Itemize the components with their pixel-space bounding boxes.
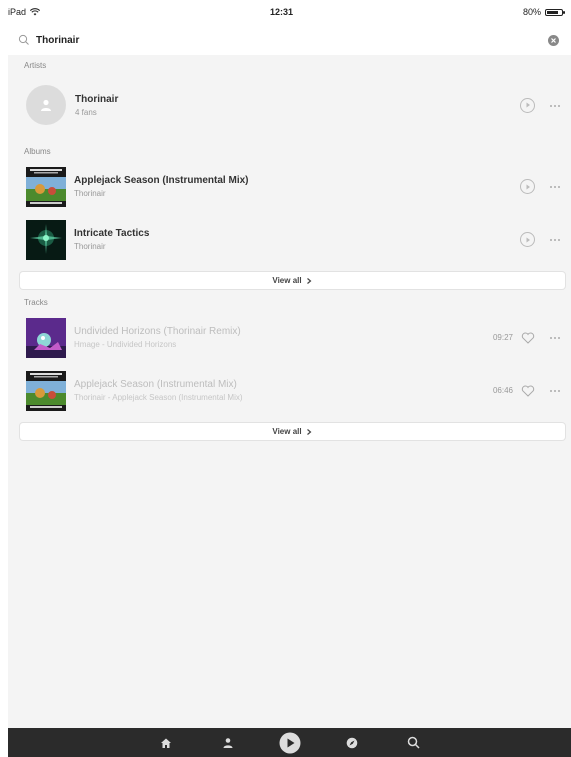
more-button[interactable] [547, 181, 561, 192]
tab-explore[interactable] [321, 737, 383, 749]
album-row[interactable]: Applejack Season (Instrumental Mix) Thor… [8, 160, 571, 213]
play-icon [526, 237, 530, 242]
home-icon [160, 738, 171, 748]
album-art [26, 219, 66, 260]
section-label-artists: Artists [24, 61, 47, 70]
track-art [26, 317, 66, 358]
track-duration: 06:46 [492, 386, 513, 395]
album-row[interactable]: Intricate Tactics Thorinair [8, 213, 571, 266]
status-time: 12:31 [269, 7, 294, 17]
album-artist: Thorinair [74, 189, 106, 198]
tab-search[interactable] [383, 736, 445, 749]
view-all-albums-button[interactable]: View all [20, 272, 565, 289]
track-duration: 09:27 [492, 333, 513, 342]
track-title: Applejack Season (Instrumental Mix) [74, 379, 237, 390]
view-all-label: View all [272, 276, 302, 285]
album-cover-intricate [26, 219, 66, 260]
status-right: 80% [522, 7, 565, 17]
search-icon [407, 736, 420, 749]
status-left: iPad [8, 7, 41, 17]
more-icon [550, 239, 560, 241]
search-bar [0, 27, 571, 53]
track-row[interactable]: Applejack Season (Instrumental Mix) Thor… [8, 364, 571, 417]
track-cover-applejack [26, 370, 66, 411]
section-label-albums: Albums [24, 147, 51, 156]
album-art [26, 166, 66, 207]
search-icon [18, 34, 29, 45]
device-name: iPad [8, 7, 27, 17]
view-all-label: View all [272, 427, 302, 436]
more-icon [550, 104, 560, 107]
tab-player[interactable] [259, 732, 321, 754]
search-input[interactable] [36, 34, 548, 46]
album-artist: Thorinair [74, 242, 106, 251]
artist-name: Thorinair [75, 93, 119, 105]
track-row[interactable]: Undivided Horizons (Thorinair Remix) Hma… [8, 311, 571, 364]
view-all-tracks-button[interactable]: View all [20, 423, 565, 440]
explore-icon [346, 737, 357, 748]
chevron-right-icon [306, 277, 312, 284]
track-info: Undivided Horizons (Thorinair Remix) Hma… [74, 326, 493, 349]
status-bar: iPad 12:31 80% [0, 0, 571, 24]
artist-info: Thorinair 4 fans [75, 94, 520, 117]
profile-icon [223, 737, 232, 748]
play-button[interactable] [520, 97, 535, 113]
album-info: Intricate Tactics Thorinair [74, 228, 520, 251]
album-info: Applejack Season (Instrumental Mix) Thor… [74, 175, 520, 198]
track-subtitle: Hmage - Undivided Horizons [74, 340, 177, 349]
more-button[interactable] [547, 385, 561, 396]
clear-search-button[interactable] [548, 34, 559, 46]
play-icon [526, 102, 530, 108]
person-icon [41, 99, 51, 111]
more-button[interactable] [547, 234, 561, 245]
tab-home[interactable] [135, 737, 197, 749]
play-button[interactable] [520, 232, 535, 247]
battery-percent: 80% [522, 7, 541, 17]
battery-fill [547, 10, 559, 14]
track-cover-undivided [26, 317, 66, 358]
heart-icon[interactable] [521, 331, 535, 345]
album-title: Applejack Season (Instrumental Mix) [74, 175, 249, 186]
wifi-icon [30, 8, 41, 16]
more-icon [550, 186, 560, 188]
artist-avatar [26, 85, 66, 125]
tab-profile[interactable] [197, 737, 259, 749]
heart-icon[interactable] [521, 384, 535, 398]
album-cover-applejack [26, 166, 66, 207]
play-icon [279, 732, 300, 753]
tab-bar [8, 728, 571, 757]
chevron-right-icon [306, 428, 312, 435]
more-button[interactable] [547, 332, 561, 343]
artist-fans: 4 fans [75, 107, 97, 117]
track-subtitle: Thorinair - Applejack Season (Instrument… [74, 393, 243, 402]
track-info: Applejack Season (Instrumental Mix) Thor… [74, 379, 493, 402]
search-results: Artists Thorinair 4 fans Albums Applejac… [8, 55, 571, 728]
section-label-tracks: Tracks [24, 298, 48, 307]
artist-row[interactable]: Thorinair 4 fans [8, 74, 571, 136]
album-title: Intricate Tactics [74, 228, 150, 239]
play-button[interactable] [520, 179, 535, 194]
track-title: Undivided Horizons (Thorinair Remix) [74, 326, 241, 337]
more-icon [550, 390, 560, 392]
play-icon [526, 184, 530, 189]
more-button[interactable] [547, 100, 561, 111]
track-art [26, 370, 66, 411]
clear-icon [551, 37, 556, 43]
battery-icon [545, 8, 565, 16]
more-icon [550, 337, 560, 339]
